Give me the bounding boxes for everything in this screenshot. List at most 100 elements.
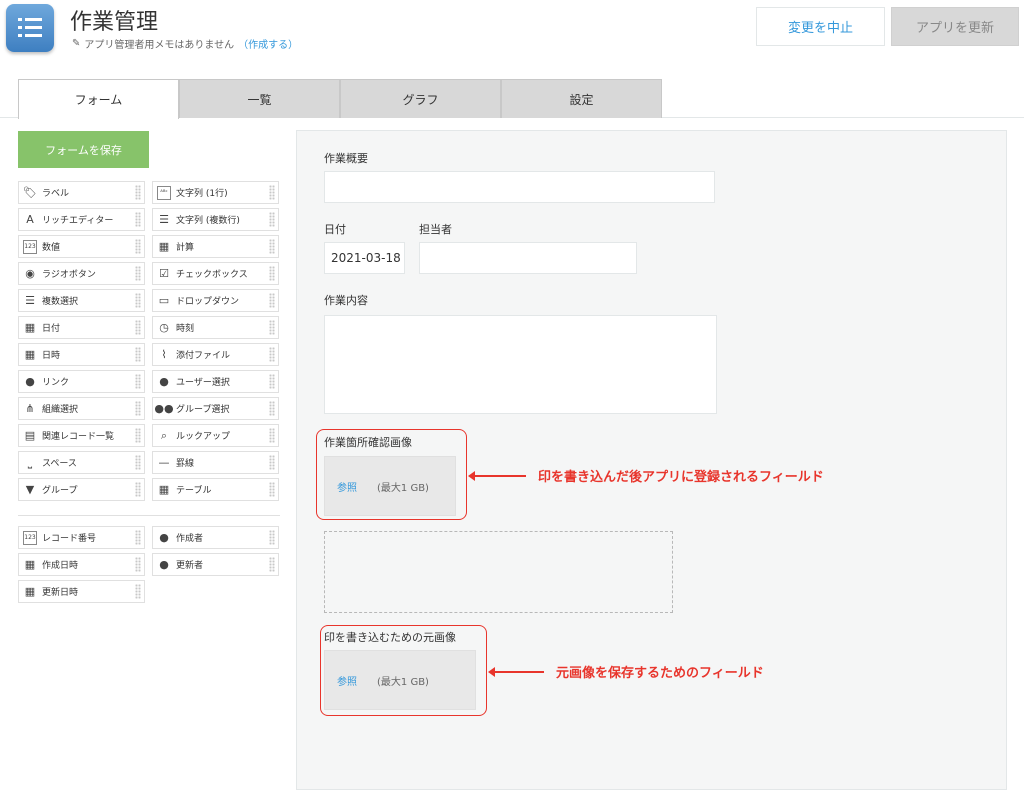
palette-item[interactable]: ☰ 文字列 (複数行) — [152, 208, 279, 231]
drag-handle-icon[interactable] — [269, 401, 275, 416]
drag-handle-icon[interactable] — [269, 320, 275, 335]
palette-item[interactable]: — 罫線 — [152, 451, 279, 474]
palette-item-label: 罫線 — [176, 459, 195, 469]
drag-handle-icon[interactable] — [135, 530, 141, 545]
palette-item[interactable]: ⌇ 添付ファイル — [152, 343, 279, 366]
palette-item[interactable]: ⋔ 組織選択 — [18, 397, 145, 420]
drag-handle-icon[interactable] — [135, 239, 141, 254]
annotation-2-arrow — [488, 666, 544, 677]
tab-form[interactable]: フォーム — [18, 79, 179, 119]
palette-item[interactable]: ▦ 日付 — [18, 316, 145, 339]
palette-item[interactable]: ▤ 関連レコード一覧 — [18, 424, 145, 447]
user-icon: ● — [159, 558, 169, 571]
palette-item[interactable]: ⌕ ルックアップ — [152, 424, 279, 447]
drag-handle-icon[interactable] — [269, 482, 275, 497]
drag-handle-icon[interactable] — [135, 455, 141, 470]
palette-item[interactable]: ◷ 時刻 — [152, 316, 279, 339]
palette-item-label: ラジオボタン — [42, 270, 96, 280]
drag-handle-icon[interactable] — [269, 347, 275, 362]
palette-item[interactable]: ☰ 複数選択 — [18, 289, 145, 312]
drag-handle-icon[interactable] — [269, 212, 275, 227]
image2-browse-link[interactable]: 参照 — [337, 673, 357, 688]
palette-item[interactable]: ▦ 計算 — [152, 235, 279, 258]
palette-item[interactable]: ⎵ スペース — [18, 451, 145, 474]
number-icon: 123 — [23, 239, 37, 254]
drag-handle-icon[interactable] — [135, 374, 141, 389]
memo-line: ✎ アプリ管理者用メモはありません （作成する） — [72, 36, 298, 51]
related-records-icon: ▤ — [24, 429, 36, 442]
drag-handle-icon[interactable] — [135, 185, 141, 200]
drag-handle-icon[interactable] — [269, 374, 275, 389]
palette-item-label: レコード番号 — [42, 534, 97, 544]
palette-item-label: リッチエディター — [42, 216, 114, 226]
palette-item[interactable]: ▦ 日時 — [18, 343, 145, 366]
palette-item[interactable]: ● 作成者 — [152, 526, 279, 549]
drag-handle-icon[interactable] — [135, 428, 141, 443]
drag-handle-icon[interactable] — [269, 293, 275, 308]
image2-file-field[interactable]: 参照 (最大1 GB) — [324, 650, 476, 710]
list-icon — [18, 16, 42, 40]
drag-handle-icon[interactable] — [135, 347, 141, 362]
drag-handle-icon[interactable] — [269, 530, 275, 545]
palette-system: 123 レコード番号 ● 作成者 ▦ 作成日時 ● 更新者 ▦ 更新日時 — [18, 526, 280, 603]
palette-item[interactable]: ᴬᴮᶜ 文字列 (1行) — [152, 181, 279, 204]
palette-item[interactable]: ● リンク — [18, 370, 145, 393]
cancel-changes-button[interactable]: 変更を中止 — [756, 7, 885, 46]
drag-handle-icon[interactable] — [135, 401, 141, 416]
palette-item-label: ユーザー選択 — [176, 378, 230, 388]
update-app-button[interactable]: アプリを更新 — [891, 7, 1019, 46]
drag-handle-icon[interactable] — [269, 455, 275, 470]
summary-input[interactable] — [324, 171, 715, 203]
drag-handle-icon[interactable] — [269, 185, 275, 200]
drag-handle-icon[interactable] — [135, 212, 141, 227]
palette-item[interactable]: ● ユーザー選択 — [152, 370, 279, 393]
tab-graph[interactable]: グラフ — [340, 79, 501, 118]
create-memo-link[interactable]: （作成する） — [238, 36, 298, 51]
palette-item[interactable]: 🏷 ラベル — [18, 181, 145, 204]
palette-item[interactable]: ☑ チェックボックス — [152, 262, 279, 285]
drag-handle-icon[interactable] — [269, 266, 275, 281]
palette-item[interactable]: ▦ 作成日時 — [18, 553, 145, 576]
drag-handle-icon[interactable] — [135, 320, 141, 335]
palette-item[interactable]: ●● グループ選択 — [152, 397, 279, 420]
tab-list[interactable]: 一覧 — [179, 79, 340, 118]
clock-icon: ◷ — [159, 321, 169, 334]
drag-handle-icon[interactable] — [135, 293, 141, 308]
palette-item-label: 組織選択 — [42, 405, 79, 415]
tab-settings[interactable]: 設定 — [501, 79, 662, 118]
palette-item-label: ドロップダウン — [176, 297, 240, 307]
drag-handle-icon[interactable] — [135, 482, 141, 497]
palette-item[interactable]: 123 数値 — [18, 235, 145, 258]
palette-item-label: リンク — [42, 378, 70, 388]
tag-icon: 🏷 — [23, 186, 37, 199]
drag-handle-icon[interactable] — [269, 428, 275, 443]
palette-item[interactable]: 123 レコード番号 — [18, 526, 145, 549]
drag-handle-icon[interactable] — [269, 239, 275, 254]
palette-item[interactable]: ▭ ドロップダウン — [152, 289, 279, 312]
palette-item-label: 日付 — [42, 324, 61, 334]
palette-item-label: テーブル — [176, 486, 212, 496]
palette-item-label: ラベル — [42, 189, 70, 199]
annotation-2-text: 元画像を保存するためのフィールド — [556, 666, 764, 681]
app-title: 作業管理 — [70, 10, 159, 35]
palette-item-label: ルックアップ — [176, 432, 231, 442]
palette-item[interactable]: ◉ ラジオボタン — [18, 262, 145, 285]
drag-handle-icon[interactable] — [135, 584, 141, 599]
assignee-input[interactable] — [419, 242, 637, 274]
drag-handle-icon[interactable] — [135, 557, 141, 572]
annotation-2: 元画像を保存するためのフィールド — [488, 662, 764, 681]
checkbox-icon: ☑ — [159, 267, 169, 280]
content-textarea[interactable] — [324, 315, 717, 414]
user-icon: ● — [159, 375, 169, 388]
drag-handle-icon[interactable] — [135, 266, 141, 281]
date-input[interactable]: 2021-03-18 — [324, 242, 405, 274]
save-form-button[interactable]: フォームを保存 — [18, 131, 149, 168]
palette-item[interactable]: A リッチエディター — [18, 208, 145, 231]
palette-item[interactable]: ▦ 更新日時 — [18, 580, 145, 603]
palette-item[interactable]: ▼ グループ — [18, 478, 145, 501]
image1-file-field[interactable]: 参照 (最大1 GB) — [324, 456, 456, 516]
image1-browse-link[interactable]: 参照 — [337, 479, 357, 494]
palette-item[interactable]: ▦ テーブル — [152, 478, 279, 501]
drag-handle-icon[interactable] — [269, 557, 275, 572]
palette-item[interactable]: ● 更新者 — [152, 553, 279, 576]
